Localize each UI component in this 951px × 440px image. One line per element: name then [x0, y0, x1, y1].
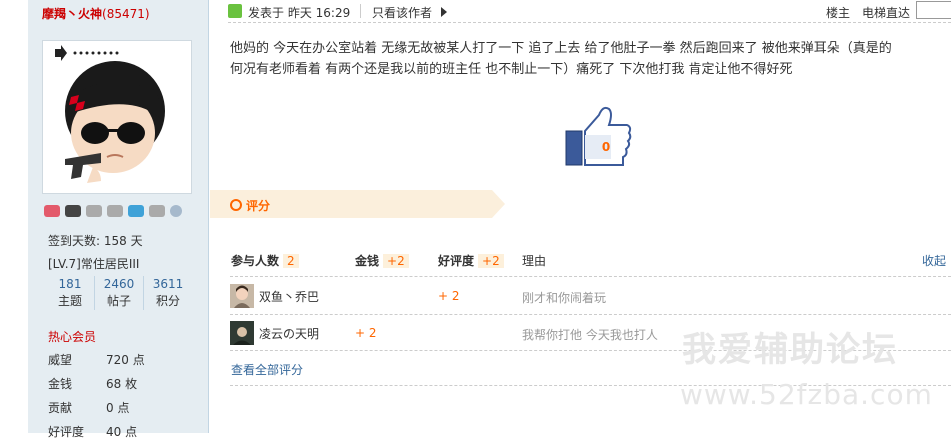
- attr-value: 0 点: [106, 401, 130, 415]
- rater-name[interactable]: 双鱼丶乔巴: [259, 288, 319, 305]
- post-topbar: 发表于 昨天 16:29 只看该作者 楼主 电梯直达: [228, 0, 951, 23]
- stat-points-label: 积分: [155, 294, 180, 308]
- help-icon[interactable]: [170, 205, 182, 217]
- collapse-link[interactable]: 收起: [922, 252, 946, 269]
- attr-value: 68 枚: [106, 377, 138, 391]
- post-time: 发表于 昨天 16:29: [248, 6, 351, 20]
- header-label: 好评度: [438, 254, 475, 268]
- attr-value: 720 点: [106, 353, 145, 367]
- divider: [230, 314, 951, 315]
- rating-header-reason: 理由: [522, 254, 547, 268]
- rating-title: 评分: [246, 199, 271, 213]
- medal-icon[interactable]: [149, 205, 165, 217]
- floor-label: 楼主: [826, 6, 851, 20]
- like-button[interactable]: 0: [565, 105, 633, 170]
- divider: [360, 4, 361, 18]
- avatar-image: [55, 45, 165, 183]
- key-icon: [55, 45, 119, 61]
- stat-posts-label: 帖子: [106, 294, 131, 308]
- divider: [230, 276, 951, 277]
- rater-money: + 2: [355, 326, 377, 340]
- attr-contribution: 贡献 0 点: [48, 399, 129, 416]
- attr-prestige: 威望 720 点: [48, 351, 145, 368]
- medal-icon[interactable]: [44, 205, 60, 217]
- circle-icon: [230, 199, 242, 211]
- post-content-line: 何况有老师看着 有两个还是我以前的班主任 也不制止一下）痛死了 下次他打我 肯定…: [230, 62, 793, 77]
- triangle-right-icon[interactable]: [441, 7, 447, 17]
- participants-count: 2: [283, 254, 299, 268]
- avatar[interactable]: [42, 40, 192, 194]
- author-name[interactable]: 摩羯丶火神: [42, 7, 102, 21]
- post-content-line: 他妈的 今天在办公室站着 无缘无故被某人打了一下 追了上去 给了他肚子一拳 然后…: [230, 41, 892, 56]
- reputation-total: +2: [478, 254, 504, 268]
- attr-label: 金钱: [48, 377, 73, 391]
- stat-posts-num[interactable]: 2460: [95, 276, 143, 293]
- attr-label: 好评度: [48, 425, 85, 439]
- signin-days: 签到天数: 158 天: [48, 234, 143, 248]
- rater-reason: 我帮你打他 今天我也打人: [522, 328, 658, 342]
- rating-header-reputation: 好评度 +2: [438, 252, 504, 269]
- stat-topics-label: 主题: [57, 294, 82, 308]
- jump-label: 电梯直达: [862, 6, 911, 20]
- post-icon: [228, 4, 242, 18]
- stat-posts[interactable]: 2460 帖子: [95, 276, 144, 310]
- rater-reason: 刚才和你闹着玩: [522, 291, 607, 305]
- attr-label: 威望: [48, 353, 73, 367]
- medal-icon[interactable]: [86, 205, 102, 217]
- header-label: 金钱: [355, 254, 380, 268]
- stat-points[interactable]: 3611 积分: [144, 276, 192, 310]
- money-total: +2: [383, 254, 409, 268]
- medal-icon[interactable]: [128, 205, 144, 217]
- medal-icon[interactable]: [65, 205, 81, 217]
- user-group[interactable]: 热心会员: [48, 328, 96, 345]
- author-info: 摩羯丶火神(85471): [42, 5, 150, 22]
- user-stats: 181 主题 2460 帖子 3611 积分: [46, 276, 192, 310]
- post-content: 他妈的 今天在办公室站着 无缘无故被某人打了一下 追了上去 给了他肚子一拳 然后…: [230, 38, 950, 80]
- attr-value: 40 点: [106, 425, 138, 439]
- header-label: 参与人数: [231, 254, 280, 268]
- rating-header-participants: 参与人数 2: [231, 252, 299, 269]
- user-level: [LV.7]常住居民III: [48, 257, 140, 271]
- rater-avatar[interactable]: [230, 321, 254, 345]
- left-gutter: [0, 0, 28, 433]
- medal-row: [44, 205, 182, 217]
- rater-avatar[interactable]: [230, 284, 254, 308]
- floor-jump-input[interactable]: [916, 1, 951, 19]
- attr-reputation: 好评度 40 点: [48, 423, 137, 440]
- thumbs-up-icon: 0: [565, 106, 632, 166]
- attr-label: 贡献: [48, 401, 73, 415]
- medal-icon[interactable]: [107, 205, 123, 217]
- watermark-text: 我爱辅助论坛: [682, 330, 898, 370]
- stat-points-num[interactable]: 3611: [144, 276, 192, 293]
- author-uid: (85471): [102, 7, 150, 21]
- rater-name[interactable]: 凌云の天明: [259, 325, 319, 342]
- stat-topics-num[interactable]: 181: [46, 276, 94, 293]
- rater-reputation: + 2: [438, 289, 460, 303]
- stat-topics[interactable]: 181 主题: [46, 276, 95, 310]
- watermark-url: www.52fzba.com: [680, 378, 933, 411]
- attr-money: 金钱 68 枚: [48, 375, 137, 392]
- user-sidebar: 摩羯丶火神(85471) 签到天数: 158 天 [LV.7]常住居民III 1…: [28, 0, 209, 439]
- only-author-link[interactable]: 只看该作者: [372, 4, 432, 21]
- like-count: 0: [602, 140, 610, 154]
- view-all-ratings-link[interactable]: 查看全部评分: [231, 361, 303, 378]
- rating-header-money: 金钱 +2: [355, 252, 409, 269]
